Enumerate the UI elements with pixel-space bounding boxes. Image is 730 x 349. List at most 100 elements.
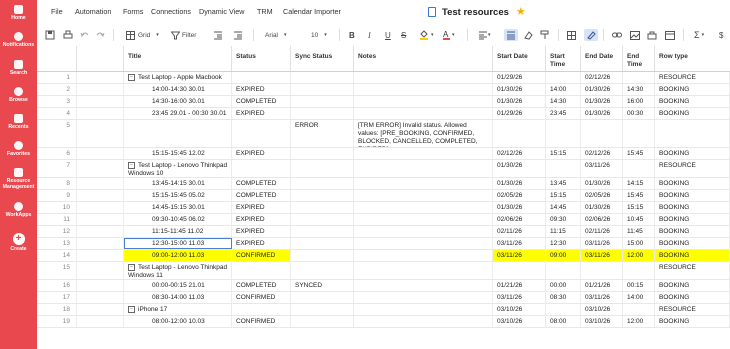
cell-end-time[interactable]: 15:45 — [623, 190, 655, 201]
collapse-icon[interactable]: − — [128, 162, 135, 169]
cell-sync-status[interactable] — [291, 96, 354, 107]
cell-start-time[interactable]: 15:15 — [546, 190, 581, 201]
cell-row-type[interactable]: BOOKING — [655, 214, 730, 225]
cell-start-time[interactable]: 09:30 — [546, 214, 581, 225]
cell-title[interactable]: 00:00-00:15 21.01 — [124, 280, 232, 291]
table-row[interactable]: 16 00:00-00:15 21.01 COMPLETED SYNCED 01/21/… — [37, 280, 730, 292]
cell-end-date[interactable]: 02/06/26 — [581, 214, 623, 225]
column-header-end-date[interactable]: End Date — [581, 46, 623, 71]
cell-sync-status[interactable] — [291, 292, 354, 303]
cell-title[interactable]: 14:30-16:00 30.01 — [124, 96, 232, 107]
cell-status[interactable]: EXPIRED — [232, 84, 291, 95]
cell-row-type[interactable]: BOOKING — [655, 108, 730, 119]
strikethrough-icon[interactable]: S — [401, 29, 406, 41]
cell-notes[interactable]: [TRM ERROR] Invalid status. Allowed valu… — [354, 120, 493, 147]
cell-start-time[interactable] — [546, 304, 581, 315]
menu-forms[interactable]: Forms — [123, 7, 143, 16]
cell-start-time[interactable] — [546, 160, 581, 177]
cell-start-time[interactable]: 00:00 — [546, 280, 581, 291]
cell-notes[interactable] — [354, 160, 493, 177]
cell-sync-status[interactable] — [291, 238, 354, 249]
cell-start-time[interactable]: 15:15 — [546, 148, 581, 159]
cell-start-date[interactable]: 02/11/26 — [493, 226, 546, 237]
cell-notes[interactable] — [354, 304, 493, 315]
cell-end-date[interactable]: 03/10/26 — [581, 316, 623, 327]
link-icon[interactable] — [612, 29, 622, 41]
cell-end-time[interactable]: 00:15 — [623, 280, 655, 291]
cell-sync-status[interactable]: ERROR — [291, 120, 354, 147]
cell-sync-status[interactable] — [291, 316, 354, 327]
cell-end-time[interactable]: 15:15 — [623, 202, 655, 213]
cell-sync-status[interactable] — [291, 72, 354, 83]
fill-color-icon[interactable]: ▾ — [419, 29, 434, 41]
cell-title[interactable]: 15:15-15:45 12.02 — [124, 148, 232, 159]
table-row[interactable]: 8 13:45-14:15 30.01 COMPLETED 01/30/26 13:45… — [37, 178, 730, 190]
cell-row-type[interactable]: BOOKING — [655, 280, 730, 291]
table-row[interactable]: 19 08:00-12:00 10.03 CONFIRMED 03/10/26 08:0… — [37, 316, 730, 328]
cell-title[interactable]: 09:00-12:00 11.03 — [124, 250, 232, 261]
cell-status[interactable]: EXPIRED — [232, 226, 291, 237]
cell-notes[interactable] — [354, 148, 493, 159]
cell-status[interactable]: EXPIRED — [232, 202, 291, 213]
print-icon[interactable] — [63, 29, 73, 41]
font-size-select[interactable]: 10 ▾ — [311, 29, 327, 41]
cell-end-date[interactable]: 03/10/26 — [581, 304, 623, 315]
cell-row-type[interactable]: BOOKING — [655, 84, 730, 95]
cell-status[interactable]: CONFIRMED — [232, 250, 291, 261]
cell-end-time[interactable]: 15:45 — [623, 148, 655, 159]
table-row[interactable]: 10 14:45-15:15 30.01 EXPIRED 01/30/26 14:45 0… — [37, 202, 730, 214]
cell-sync-status[interactable] — [291, 108, 354, 119]
cell-end-date[interactable]: 02/11/26 — [581, 226, 623, 237]
cell-title[interactable]: 12:30-15:00 11.03 — [124, 238, 232, 249]
cell-title[interactable]: − Test Laptop - Apple Macbook — [124, 72, 232, 83]
cell-notes[interactable] — [354, 262, 493, 279]
collapse-icon[interactable]: − — [128, 264, 135, 271]
cell-row-type[interactable]: BOOKING — [655, 190, 730, 201]
cell-start-date[interactable]: 01/30/26 — [493, 84, 546, 95]
cell-start-time[interactable]: 14:30 — [546, 96, 581, 107]
sidebar-item-resource-management[interactable]: Resource Management — [0, 168, 37, 190]
cell-status[interactable]: COMPLETED — [232, 190, 291, 201]
cell-start-date[interactable] — [493, 262, 546, 279]
font-family-select[interactable]: Arial ▾ — [265, 29, 287, 41]
column-header-row-type[interactable]: Row type — [655, 46, 730, 71]
cell-row-type[interactable]: BOOKING — [655, 226, 730, 237]
cell-status[interactable]: CONFIRMED — [232, 316, 291, 327]
cell-status[interactable]: COMPLETED — [232, 178, 291, 189]
cell-notes[interactable] — [354, 72, 493, 83]
cell-title[interactable]: 08:00-12:00 10.03 — [124, 316, 232, 327]
cell-start-date[interactable]: 02/12/26 — [493, 148, 546, 159]
cell-title[interactable]: 14:45-15:15 30.01 — [124, 202, 232, 213]
indent-icon[interactable] — [233, 29, 243, 41]
menu-connections[interactable]: Connections — [151, 7, 191, 16]
sidebar-item-search[interactable]: Search — [0, 60, 37, 76]
cell-start-time[interactable]: 08:30 — [546, 292, 581, 303]
column-header-start-date[interactable]: Start Date — [493, 46, 546, 71]
cell-start-time[interactable]: 12:30 — [546, 238, 581, 249]
cell-row-type[interactable]: BOOKING — [655, 178, 730, 189]
cell-row-type[interactable]: BOOKING — [655, 148, 730, 159]
cell-end-time[interactable]: 15:00 — [623, 238, 655, 249]
cell-notes[interactable] — [354, 280, 493, 291]
column-header-sync-status[interactable]: Sync Status — [291, 46, 354, 71]
cell-end-time[interactable]: 12:00 — [623, 250, 655, 261]
image-icon[interactable] — [630, 29, 640, 41]
menu-automation[interactable]: Automation — [75, 7, 111, 16]
cell-notes[interactable] — [354, 84, 493, 95]
cell-status[interactable]: EXPIRED — [232, 214, 291, 225]
cell-title[interactable]: 09:30-10:45 06.02 — [124, 214, 232, 225]
table-row[interactable]: 18 − iPhone 17 03/10/26 03/10/26 RESOURCE — [37, 304, 730, 316]
cell-end-date[interactable]: 01/30/26 — [581, 84, 623, 95]
table-row[interactable]: 17 08:30-14:00 11.03 CONFIRMED 03/11/26 08:3… — [37, 292, 730, 304]
cell-start-time[interactable] — [546, 262, 581, 279]
sidebar-item-workapps[interactable]: WorkApps — [0, 202, 37, 218]
cell-notes[interactable] — [354, 226, 493, 237]
table-row[interactable]: 12 11:15-11:45 11.02 EXPIRED 02/11/26 11:15 0… — [37, 226, 730, 238]
cell-row-type[interactable]: RESOURCE — [655, 262, 730, 279]
cell-row-type[interactable]: BOOKING — [655, 96, 730, 107]
cell-row-type[interactable]: BOOKING — [655, 238, 730, 249]
cell-end-date[interactable]: 01/30/26 — [581, 178, 623, 189]
cell-sync-status[interactable] — [291, 190, 354, 201]
sidebar-item-recents[interactable]: Recents — [0, 114, 37, 130]
cell-start-date[interactable]: 01/29/26 — [493, 108, 546, 119]
